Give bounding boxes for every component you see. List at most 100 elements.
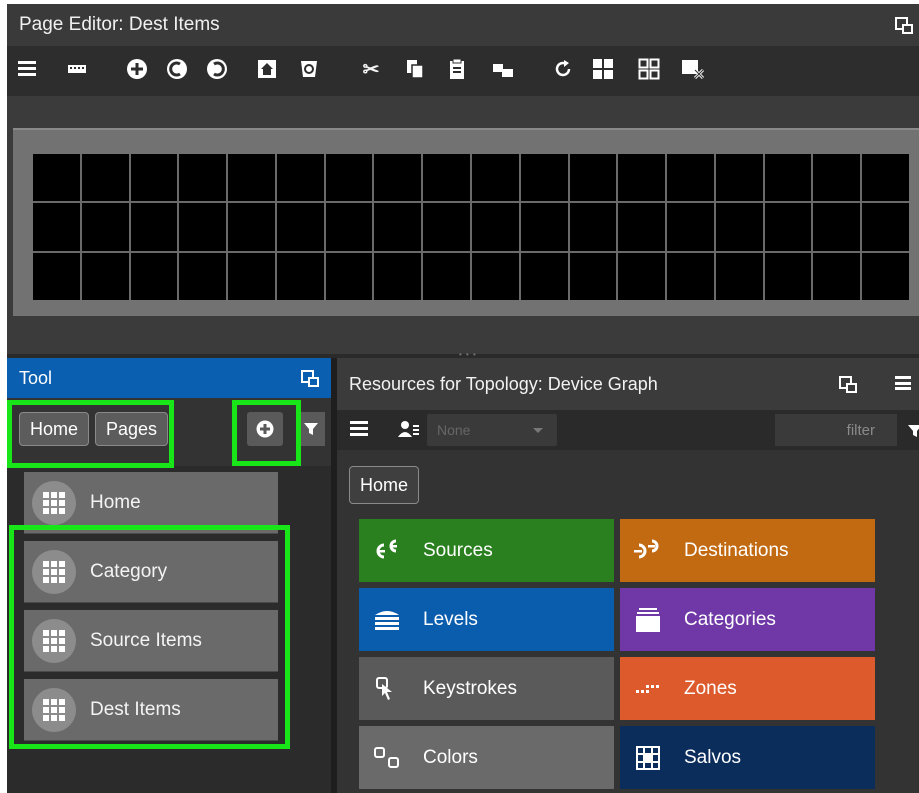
grid-cell[interactable] — [715, 203, 763, 251]
grid-cell[interactable] — [667, 203, 714, 251]
grid-cell[interactable] — [276, 252, 324, 300]
resources-panel: Resources for Topology: Device Graph Non… — [337, 358, 919, 793]
paste-icon[interactable] — [445, 56, 469, 82]
grid-cell[interactable] — [862, 252, 909, 300]
tile-keystrokes[interactable]: Keystrokes — [359, 657, 614, 720]
grid-cell[interactable] — [179, 203, 227, 251]
resources-header: Resources for Topology: Device Graph — [337, 358, 919, 410]
grid-cell[interactable] — [276, 154, 324, 202]
resources-title: Resources for Topology: Device Graph — [349, 373, 658, 394]
grid-cell[interactable] — [81, 203, 129, 251]
grid-cell[interactable] — [33, 154, 80, 202]
grid-cell[interactable] — [764, 252, 812, 300]
grid-cell[interactable] — [667, 252, 714, 300]
grid-cell[interactable] — [618, 203, 666, 251]
highlight-breadcrumbs — [7, 400, 174, 468]
grid-cell[interactable] — [764, 203, 812, 251]
grid-cell[interactable] — [813, 154, 861, 202]
chevron-down-icon — [533, 428, 543, 433]
filter-button[interactable] — [297, 412, 325, 446]
list-icon[interactable] — [15, 56, 39, 82]
grid-cell[interactable] — [374, 154, 422, 202]
tile-destinations[interactable]: Destinations — [620, 519, 875, 582]
clear-grid-icon[interactable] — [681, 56, 705, 82]
tile-salvos[interactable]: Salvos — [620, 726, 875, 789]
editor-toolbar: ✂ — [7, 46, 919, 96]
grid-cell[interactable] — [715, 252, 763, 300]
grid-cell[interactable] — [228, 203, 275, 251]
grid-icon — [32, 480, 76, 525]
grid-cell[interactable] — [374, 252, 422, 300]
grid-cell[interactable] — [276, 203, 324, 251]
copy-icon[interactable] — [403, 56, 427, 82]
grid-cell[interactable] — [179, 252, 227, 300]
grid-cell[interactable] — [374, 203, 422, 251]
grid-cell[interactable] — [569, 203, 617, 251]
grid-cell[interactable] — [228, 252, 275, 300]
grid-cell[interactable] — [423, 252, 470, 300]
duplicate-icon[interactable] — [491, 56, 515, 82]
grid-cell[interactable] — [862, 203, 909, 251]
arrow-left-circle-icon[interactable] — [165, 56, 189, 82]
menu-icon[interactable] — [895, 376, 911, 390]
tile-zones[interactable]: Zones — [620, 657, 875, 720]
grid-cell[interactable] — [179, 154, 227, 202]
filter-icon[interactable] — [903, 418, 919, 444]
tile-label: Sources — [423, 539, 493, 561]
list-icon[interactable] — [347, 416, 371, 442]
grid-large-icon[interactable] — [591, 56, 615, 82]
arrow-right-circle-icon[interactable] — [205, 56, 229, 82]
undock-icon[interactable] — [895, 16, 913, 34]
grid-cell[interactable] — [569, 252, 617, 300]
grid-cell[interactable] — [423, 154, 470, 202]
add-circle-icon[interactable] — [125, 56, 149, 82]
grid-cell[interactable] — [33, 252, 80, 300]
grid-cell[interactable] — [325, 252, 373, 300]
grid-cell[interactable] — [325, 154, 373, 202]
grid-cell[interactable] — [667, 154, 714, 202]
keystrokes-icon — [369, 671, 405, 707]
filter-input[interactable]: filter — [775, 414, 897, 446]
trash-icon[interactable] — [297, 56, 321, 82]
grid-cell[interactable] — [472, 203, 519, 251]
grid-cell[interactable] — [813, 252, 861, 300]
button-grid — [33, 154, 909, 300]
grid-small-icon[interactable] — [637, 56, 661, 82]
user-list-icon[interactable] — [397, 416, 421, 442]
page-frame — [13, 128, 919, 316]
grid-cell[interactable] — [862, 154, 909, 202]
grid-cell[interactable] — [325, 203, 373, 251]
resources-breadcrumb-home[interactable]: Home — [349, 466, 420, 504]
grid-cell[interactable] — [813, 203, 861, 251]
home-icon[interactable] — [255, 56, 279, 82]
grid-cell[interactable] — [423, 203, 470, 251]
grid-cell[interactable] — [130, 252, 178, 300]
grid-cell[interactable] — [764, 154, 812, 202]
grid-cell[interactable] — [81, 154, 129, 202]
grid-cell[interactable] — [81, 252, 129, 300]
topology-select[interactable]: None — [427, 414, 557, 446]
grid-cell[interactable] — [715, 154, 763, 202]
grid-cell[interactable] — [228, 154, 275, 202]
horizontal-splitter[interactable]: • • • — [459, 350, 479, 359]
undock-icon[interactable] — [839, 375, 857, 393]
cut-icon[interactable]: ✂ — [359, 56, 383, 82]
tile-levels[interactable]: Levels — [359, 588, 614, 651]
grid-cell[interactable] — [472, 154, 519, 202]
grid-cell[interactable] — [520, 252, 568, 300]
grid-cell[interactable] — [618, 154, 666, 202]
grid-cell[interactable] — [130, 203, 178, 251]
grid-cell[interactable] — [520, 154, 568, 202]
grid-cell[interactable] — [618, 252, 666, 300]
tile-colors[interactable]: Colors — [359, 726, 614, 789]
tile-sources[interactable]: Sources — [359, 519, 614, 582]
keyboard-icon[interactable] — [65, 56, 89, 82]
grid-cell[interactable] — [33, 203, 80, 251]
refresh-icon[interactable] — [551, 56, 575, 82]
undock-icon[interactable] — [301, 369, 319, 387]
grid-cell[interactable] — [472, 252, 519, 300]
grid-cell[interactable] — [569, 154, 617, 202]
grid-cell[interactable] — [130, 154, 178, 202]
tile-categories[interactable]: Categories — [620, 588, 875, 651]
grid-cell[interactable] — [520, 203, 568, 251]
